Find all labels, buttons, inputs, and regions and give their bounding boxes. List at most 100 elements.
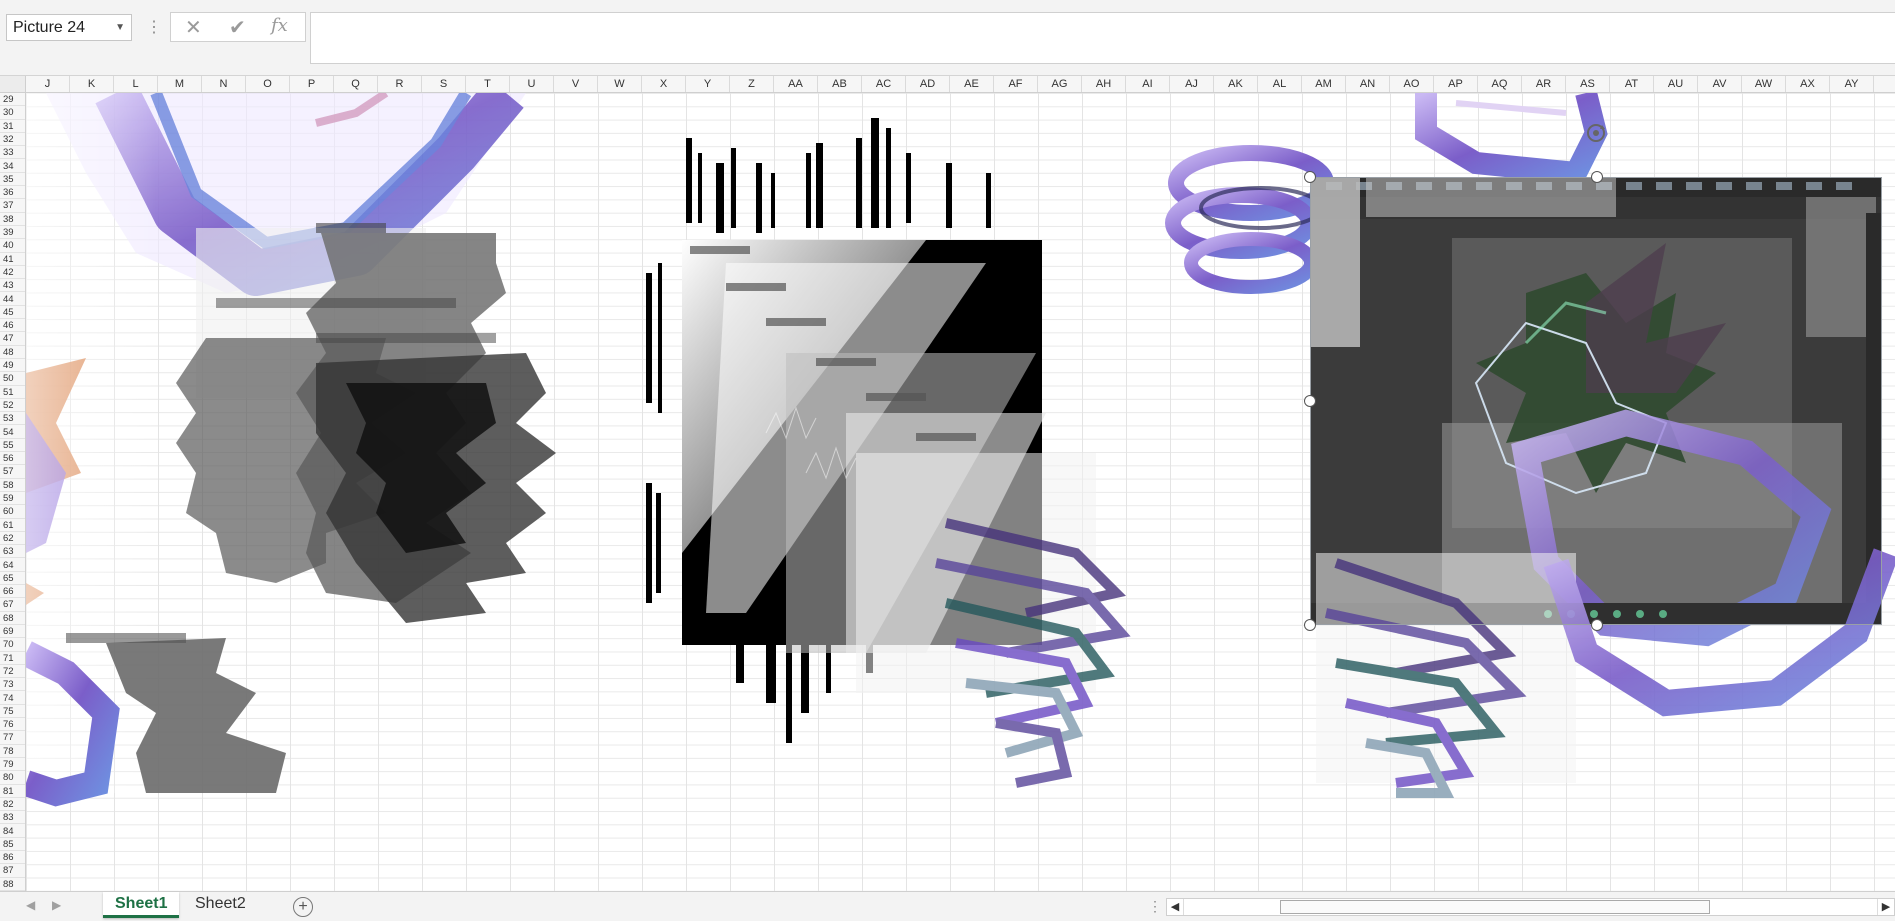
row-header-cell[interactable]: 58 [0,479,25,492]
column-header-cell[interactable]: AU [1654,76,1698,92]
column-header-cell[interactable]: O [246,76,290,92]
row-header-cell[interactable]: 57 [0,465,25,479]
tab-sheet1[interactable]: Sheet1 [103,892,180,918]
cancel-icon[interactable]: ✕ [185,15,202,40]
add-sheet-icon[interactable]: + [293,897,313,917]
column-header-cell[interactable]: AK [1214,76,1258,92]
row-header-cell[interactable]: 61 [0,519,25,532]
row-header-cell[interactable]: 68 [0,612,25,625]
row-header-cell[interactable]: 82 [0,798,25,812]
row-header-cell[interactable]: 38 [0,213,25,226]
row-header-cell[interactable]: 85 [0,838,25,852]
picture-ribbon-swirl-center[interactable] [856,453,1131,788]
row-header-cell[interactable]: 42 [0,266,25,280]
row-header-cell[interactable]: 74 [0,692,25,705]
row-header-cell[interactable]: 63 [0,545,25,559]
picture-gray-shapes[interactable] [176,223,556,623]
sheet-nav-next-icon[interactable]: ▶ [52,898,61,912]
row-header-cell[interactable]: 32 [0,133,25,147]
row-header-cell[interactable]: 72 [0,665,25,679]
column-header-cell[interactable]: AC [862,76,906,92]
column-header-cell[interactable]: AT [1610,76,1654,92]
row-header-cell[interactable]: 48 [0,346,25,359]
row-header-cell[interactable]: 52 [0,399,25,413]
row-header-cell[interactable]: 43 [0,279,25,293]
row-header-cell[interactable]: 71 [0,652,25,665]
row-header-cell[interactable]: 54 [0,426,25,439]
column-header-cell[interactable]: AI [1126,76,1170,92]
row-header-cell[interactable]: 31 [0,120,25,133]
column-header-cell[interactable]: AO [1390,76,1434,92]
row-header-cell[interactable]: 41 [0,253,25,266]
column-header-cell[interactable]: AY [1830,76,1874,92]
row-header-cell[interactable]: 40 [0,239,25,253]
row-header-cell[interactable]: 84 [0,825,25,838]
row-header-cell[interactable]: 44 [0,293,25,306]
row-header-cell[interactable]: 46 [0,319,25,333]
row-header-cell[interactable]: 62 [0,532,25,546]
sheet-nav-prev-icon[interactable]: ◀ [26,898,35,912]
column-header-cell[interactable]: P [290,76,334,92]
column-header-cell[interactable]: N [202,76,246,92]
column-header-cell[interactable]: AJ [1170,76,1214,92]
row-header-cell[interactable]: 47 [0,332,25,346]
insert-function-icon[interactable]: fx [271,15,288,36]
column-header-cell[interactable]: AQ [1478,76,1522,92]
column-header-cell[interactable]: W [598,76,642,92]
row-header-cell[interactable]: 33 [0,146,25,160]
row-header-cell[interactable]: 75 [0,705,25,719]
column-header-cell[interactable]: J [26,76,70,92]
row-header-cell[interactable]: 30 [0,106,25,120]
column-header-cell[interactable]: AH [1082,76,1126,92]
row-header-cell[interactable]: 67 [0,598,25,612]
cell-grid[interactable] [26,93,1895,891]
column-header-cell[interactable]: AS [1566,76,1610,92]
column-header-cell[interactable]: AB [818,76,862,92]
column-header-cell[interactable]: AN [1346,76,1390,92]
tab-sheet2[interactable]: Sheet2 [183,892,258,918]
resize-handle-bottom-center[interactable] [1591,619,1603,631]
name-box[interactable]: Picture 24 ▼ [6,14,132,41]
formula-bar-splitter[interactable]: ⋮ [146,17,162,37]
column-header-cell[interactable]: AW [1742,76,1786,92]
row-header-cell[interactable]: 64 [0,559,25,572]
column-header-cell[interactable]: AV [1698,76,1742,92]
column-header-cell[interactable]: AG [1038,76,1082,92]
row-header-cell[interactable]: 45 [0,306,25,320]
row-header-cell[interactable]: 49 [0,359,25,373]
row-header-cell[interactable]: 29 [0,93,25,107]
row-header-cell[interactable]: 55 [0,439,25,453]
chevron-down-icon[interactable]: ▼ [115,15,125,40]
column-header-cell[interactable]: Y [686,76,730,92]
column-header-cell[interactable]: X [642,76,686,92]
picture-purple-ring-top-right[interactable] [1415,93,1608,185]
column-header-cell[interactable]: S [422,76,466,92]
column-header-cell[interactable]: AE [950,76,994,92]
resize-handle-top-left[interactable] [1304,171,1316,183]
column-header-cell[interactable]: AA [774,76,818,92]
select-all-corner[interactable] [0,76,26,92]
scroll-left-icon[interactable]: ◀ [1167,899,1184,915]
row-header-cell[interactable]: 88 [0,878,25,891]
resize-handle-bottom-left[interactable] [1304,619,1316,631]
tab-splitter[interactable]: ⋮ [1148,898,1162,915]
row-header-cell[interactable]: 69 [0,625,25,639]
scrollbar-thumb[interactable] [1280,900,1710,914]
formula-input[interactable] [310,12,1895,64]
column-header-cell[interactable]: R [378,76,422,92]
row-header-cell[interactable]: 81 [0,785,25,798]
row-header-cell[interactable]: 86 [0,851,25,865]
row-header-cell[interactable]: 65 [0,572,25,586]
row-header-cell[interactable]: 60 [0,505,25,519]
column-header-cell[interactable]: AM [1302,76,1346,92]
resize-handle-middle-left[interactable] [1304,395,1316,407]
row-header-cell[interactable]: 77 [0,731,25,745]
column-header-cell[interactable]: L [114,76,158,92]
row-header-cell[interactable]: 66 [0,585,25,599]
row-header-cell[interactable]: 87 [0,864,25,878]
column-header-cell[interactable]: AX [1786,76,1830,92]
rotate-handle-icon[interactable] [1583,120,1609,146]
column-header-cell[interactable]: AR [1522,76,1566,92]
row-header-cell[interactable]: 56 [0,452,25,466]
row-header-cell[interactable]: 35 [0,173,25,187]
